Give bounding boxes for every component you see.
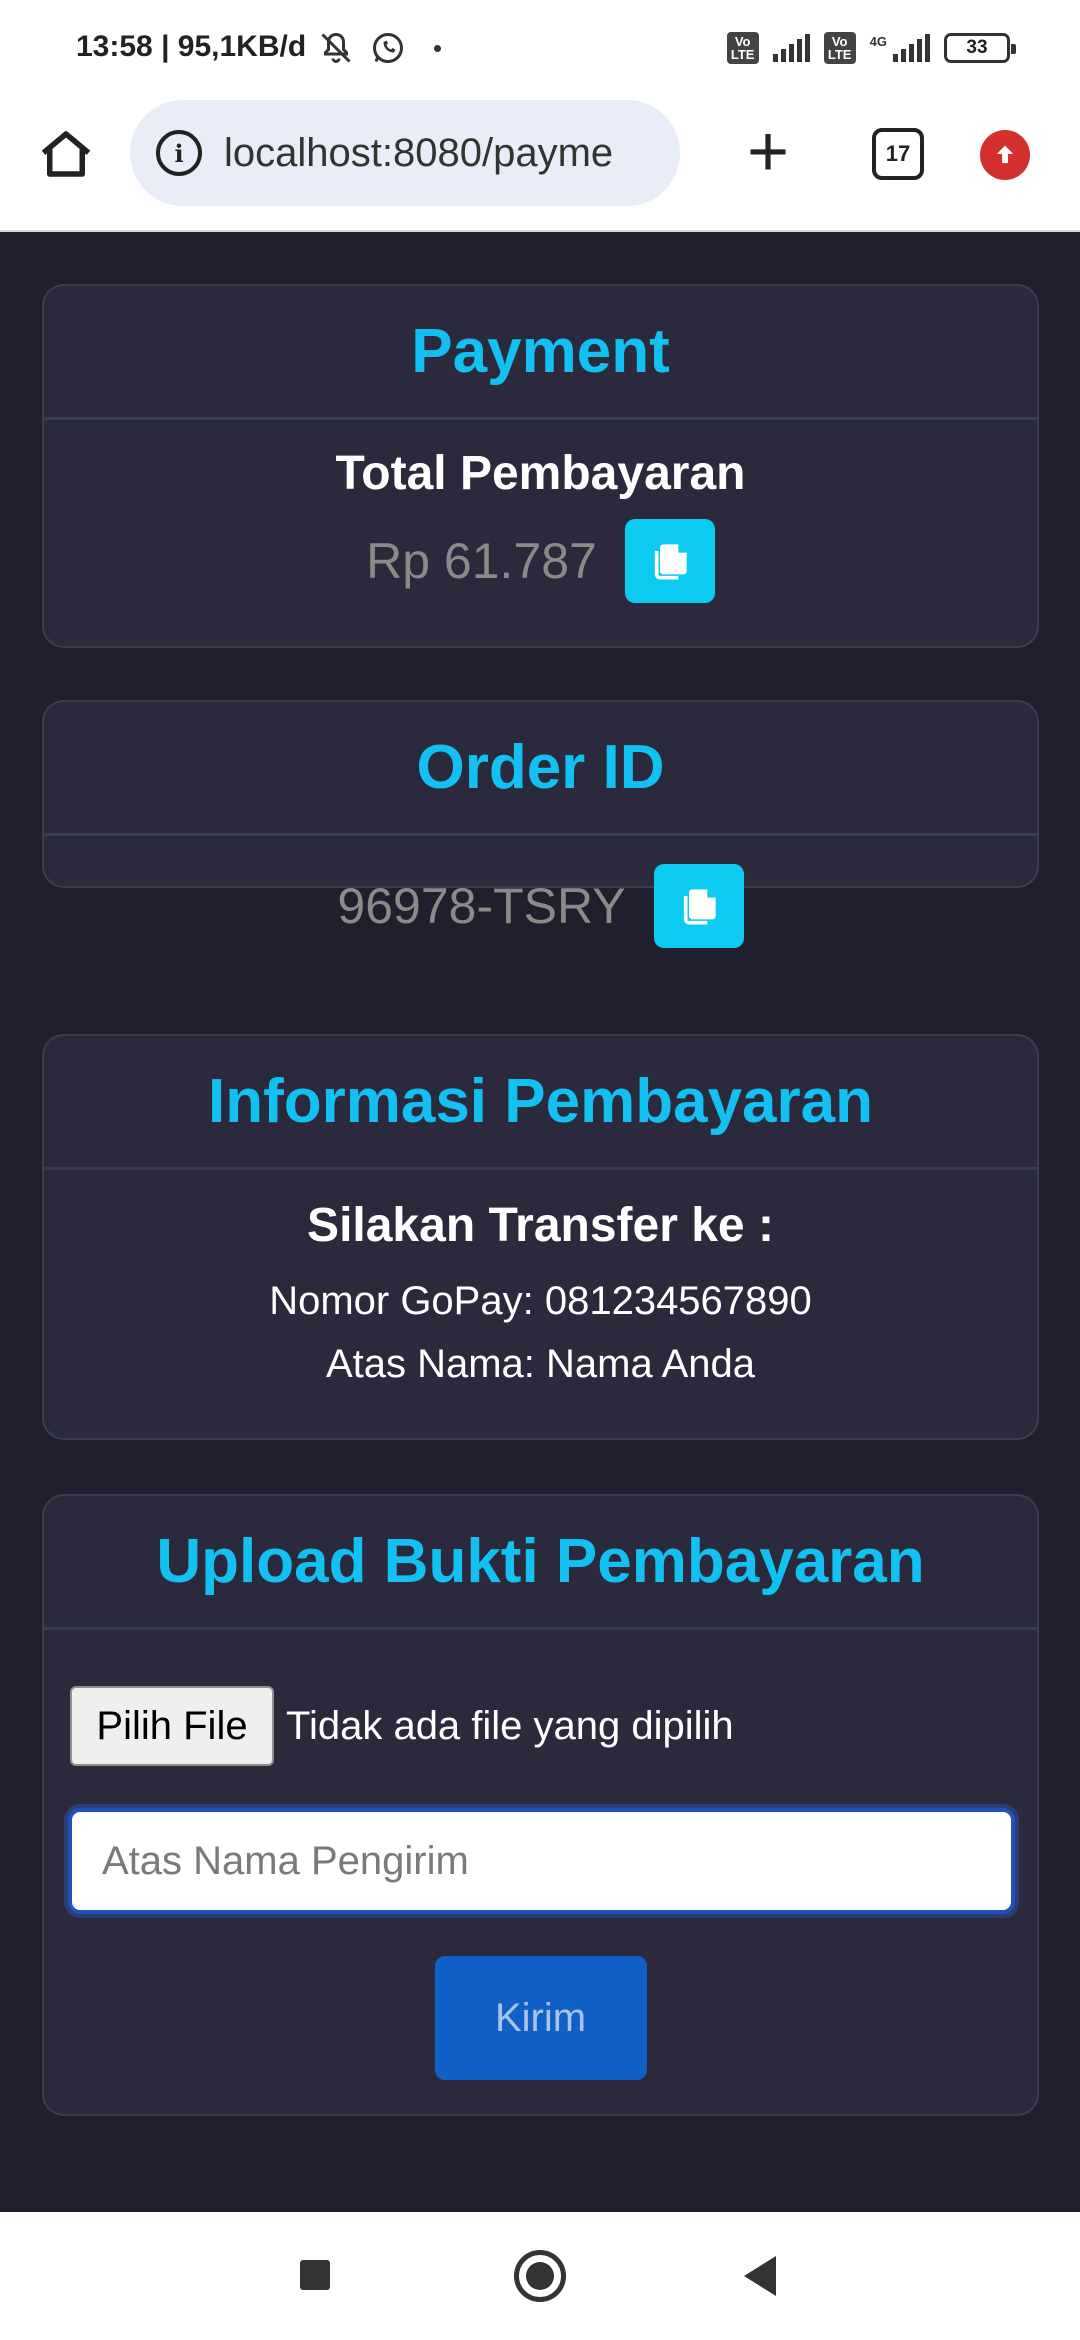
copy-order-id-button[interactable] (653, 864, 744, 948)
payment-card-header: Payment (44, 286, 1037, 420)
home-nav-icon[interactable] (514, 2250, 566, 2302)
system-nav-bar (0, 2212, 1080, 2340)
upload-card-header: Upload Bukti Pembayaran (44, 1496, 1037, 1630)
payment-info-header: Informasi Pembayaran (44, 1036, 1037, 1170)
url-text[interactable]: localhost:8080/payme (224, 131, 613, 176)
payment-info-body: Silakan Transfer ke : Nomor GoPay: 08123… (44, 1198, 1037, 1387)
recents-icon[interactable] (300, 2260, 330, 2290)
payment-info-title: Informasi Pembayaran (207, 1067, 874, 1136)
copy-icon (683, 889, 716, 925)
payment-title: Payment (411, 317, 670, 386)
upload-card-body: Pilih File Tidak ada file yang dipilih K… (44, 1686, 1037, 2080)
address-bar[interactable]: i localhost:8080/payme (130, 100, 680, 206)
back-icon[interactable] (744, 2256, 776, 2296)
arrow-up-icon (996, 145, 1014, 164)
sender-name-input[interactable] (64, 1804, 1019, 1918)
total-label: Total Pembayaran (335, 447, 746, 500)
order-card-body: 96978-TSRY (44, 864, 1037, 948)
file-input-row: Pilih File Tidak ada file yang dipilih (44, 1686, 1037, 1766)
tab-switcher-button[interactable]: 17 (872, 128, 924, 180)
status-icons: Vo LTE Vo LTE 4G 33 (726, 28, 1016, 68)
order-card: Order ID 96978-TSRY (42, 700, 1039, 948)
file-status-text: Tidak ada file yang dipilih (286, 1703, 734, 1748)
gopay-number: Nomor GoPay: 081234567890 (269, 1279, 812, 1323)
upload-card: Upload Bukti Pembayaran Pilih File Tidak… (42, 1494, 1039, 2116)
payment-card: Payment Total Pembayaran Rp 61.787 (42, 284, 1039, 648)
upload-title: Upload Bukti Pembayaran (156, 1527, 925, 1596)
page-content: Payment Total Pembayaran Rp 61.787 Order… (0, 232, 1080, 2212)
order-id-value: 96978-TSRY (337, 878, 626, 934)
payment-card-body: Total Pembayaran Rp 61.787 (44, 446, 1037, 603)
status-time: 13:58 | 95,1KB/d (76, 30, 307, 63)
volte-icon-2: Vo LTE (823, 32, 856, 64)
mute-bell-icon (321, 32, 351, 63)
status-bar: 13:58 | 95,1KB/d Vo LTE Vo LTE 4G 33 (0, 0, 1080, 96)
copy-icon (654, 544, 687, 580)
update-icon[interactable] (980, 130, 1030, 180)
network-type: 4G (869, 33, 887, 49)
volte-icon: Vo LTE (726, 32, 759, 64)
copy-amount-button[interactable] (624, 519, 715, 603)
signal-bars-icon (772, 34, 810, 62)
submit-button[interactable]: Kirim (434, 1956, 647, 2080)
order-title: Order ID (416, 733, 665, 802)
new-tab-icon[interactable]: + (738, 116, 798, 188)
battery-level: 33 (966, 37, 988, 58)
payment-info-card: Informasi Pembayaran Silakan Transfer ke… (42, 1034, 1039, 1440)
order-card-header: Order ID (44, 702, 1037, 836)
choose-file-button[interactable]: Pilih File (70, 1686, 274, 1766)
account-name: Atas Nama: Nama Anda (325, 1342, 756, 1386)
battery-icon: 33 (944, 33, 1016, 63)
home-icon[interactable] (36, 124, 96, 184)
browser-toolbar: i localhost:8080/payme + 17 (0, 96, 1080, 232)
transfer-heading: Silakan Transfer ke : (307, 1199, 774, 1252)
total-amount: Rp 61.787 (366, 533, 597, 589)
tab-count: 17 (885, 141, 911, 166)
signal-bars-icon-2 (893, 34, 930, 62)
notification-dot-icon (434, 45, 441, 52)
site-info-icon[interactable]: i (156, 130, 202, 176)
whatsapp-icon (373, 33, 403, 63)
